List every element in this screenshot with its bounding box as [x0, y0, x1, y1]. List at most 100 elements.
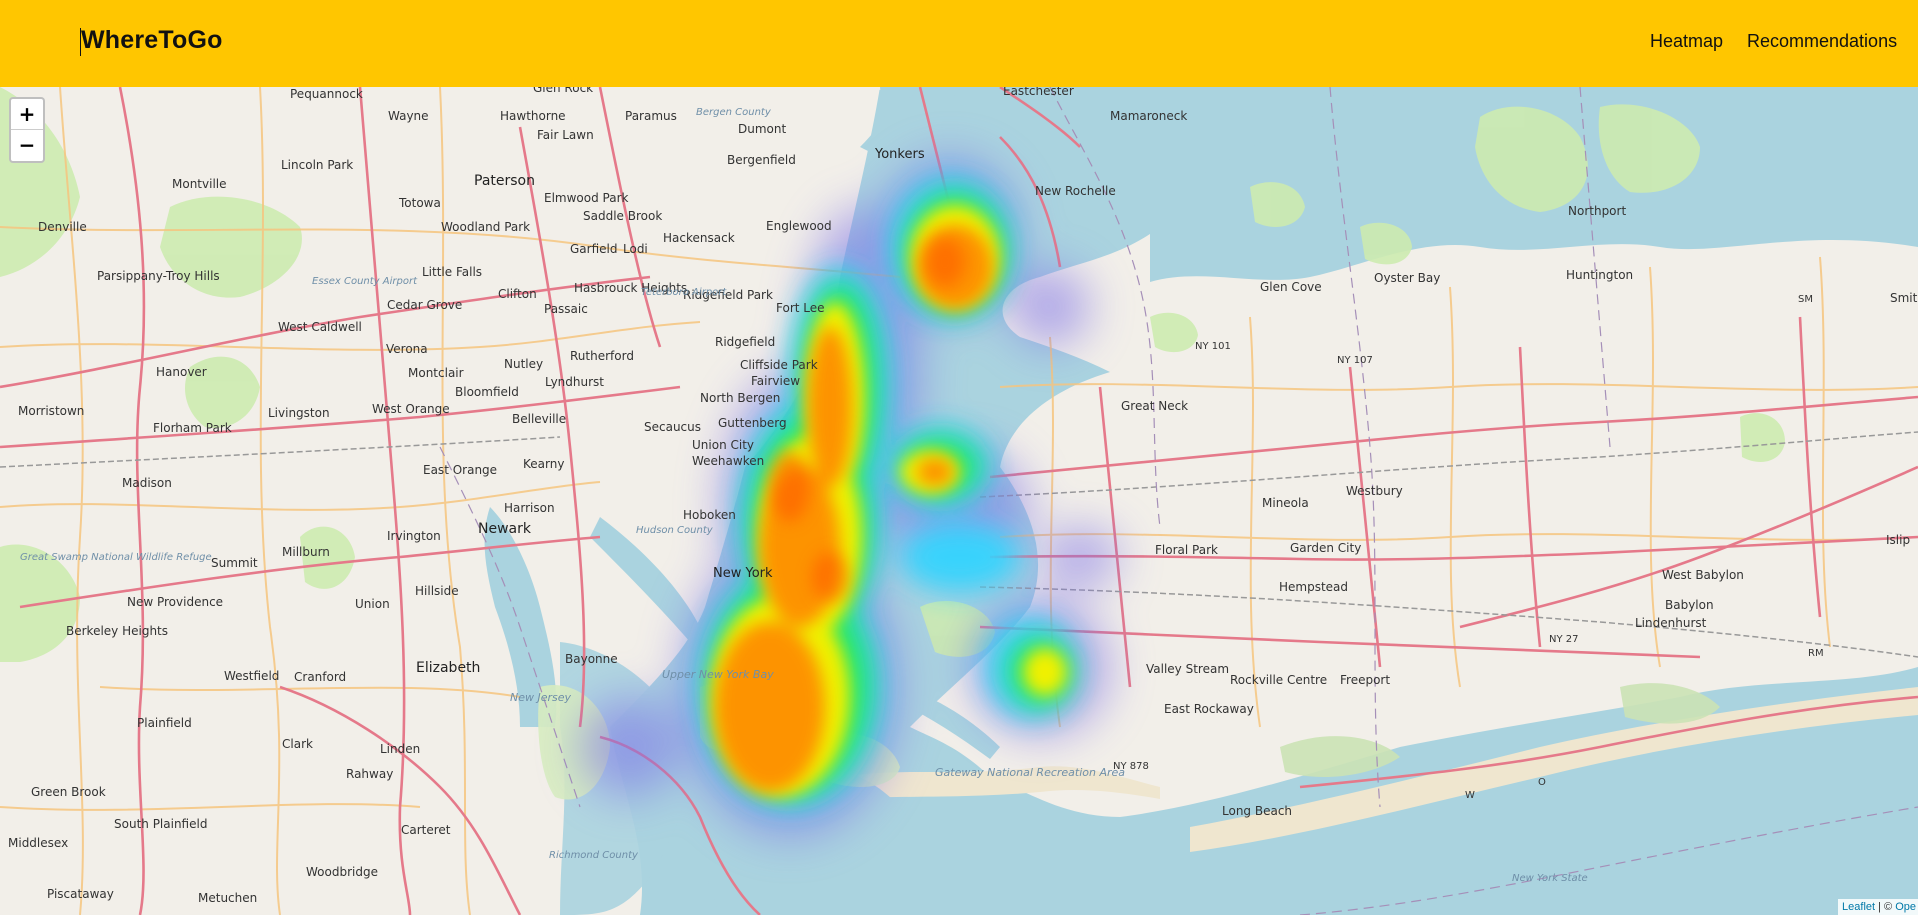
map-label: Floral Park [1155, 543, 1218, 557]
map-label: Harrison [504, 501, 555, 515]
map-label: Little Falls [422, 265, 482, 279]
map-label: Lindenhurst [1635, 616, 1707, 630]
map-label: Hanover [156, 365, 207, 379]
map-label: Garden City [1290, 541, 1361, 555]
map-label: Belleville [512, 412, 566, 426]
map-label: Madison [122, 476, 172, 490]
nav-link-recommendations[interactable]: Recommendations [1747, 31, 1897, 52]
map-label: Rahway [346, 767, 393, 781]
map-label: Carteret [401, 823, 451, 837]
map-label: Pequannock [290, 87, 363, 101]
map-label: Cliffside Park [740, 358, 818, 372]
leaflet-link[interactable]: Leaflet [1842, 901, 1875, 913]
map-label: Green Brook [31, 785, 106, 799]
map-label: Plainfield [137, 716, 192, 730]
map-label: NY 878 [1113, 761, 1149, 772]
map-label: Richmond County [549, 850, 639, 861]
map-label: New York [713, 566, 773, 581]
map-label: Secaucus [644, 420, 701, 434]
map-label: Saddle Brook [583, 209, 662, 223]
map-label: Parsippany-Troy Hills [97, 269, 220, 283]
map-label: Wayne [388, 109, 429, 123]
map-label: Kearny [523, 457, 564, 471]
map-label: Great Neck [1121, 399, 1188, 413]
map-label: Weehawken [692, 454, 764, 468]
map-label: Hoboken [683, 508, 736, 522]
map-label: Paterson [474, 173, 535, 189]
map-label: Bayonne [565, 652, 618, 666]
map-label: Dumont [738, 122, 786, 136]
map-label: NY 27 [1549, 634, 1579, 645]
map-label: Lincoln Park [281, 158, 353, 172]
map-label: Montville [172, 177, 227, 191]
map-label: West Caldwell [278, 320, 362, 334]
map-label: Denville [38, 220, 87, 234]
map-label: Bergenfield [727, 153, 796, 167]
map-label: Cranford [294, 670, 346, 684]
map-label: Westfield [224, 669, 279, 683]
map-label: Rockville Centre [1230, 673, 1327, 687]
map-label: Berkeley Heights [66, 624, 168, 638]
map-canvas[interactable]: Pequannock Wayne Glen Rock Hawthorne Par… [0, 87, 1918, 915]
map-label: Essex County Airport [312, 276, 418, 287]
map-label: O [1538, 777, 1546, 788]
map-label: Guttenberg [718, 416, 787, 430]
map-label: Northport [1568, 204, 1626, 218]
map-label: Clifton [498, 287, 537, 301]
map-label: Babylon [1665, 598, 1714, 612]
map-label: Lodi [623, 242, 648, 256]
map-label: Verona [386, 342, 428, 356]
map-label: Fort Lee [776, 301, 825, 315]
map-label: Passaic [544, 302, 588, 316]
map-label: Summit [211, 556, 258, 570]
map-container[interactable]: Pequannock Wayne Glen Rock Hawthorne Par… [0, 87, 1918, 915]
map-label: Montclair [408, 366, 464, 380]
map-label: Florham Park [153, 421, 232, 435]
map-label: Fair Lawn [537, 128, 594, 142]
map-label: Teterboro Airport [641, 287, 727, 298]
map-label: Smith [1890, 291, 1918, 305]
map-label: Clark [282, 737, 313, 751]
map-attribution: Leaflet | © Ope [1838, 899, 1918, 915]
map-label: Morristown [18, 404, 84, 418]
map-label: W [1465, 790, 1475, 801]
map-label: Long Beach [1222, 804, 1292, 818]
map-label: Eastchester [1003, 87, 1074, 98]
map-label: Newark [478, 521, 532, 537]
map-label: Mineola [1262, 496, 1309, 510]
brand-logo[interactable]: WhereToGo [81, 26, 223, 55]
map-label: Englewood [766, 219, 832, 233]
map-label: Ridgefield [715, 335, 775, 349]
map-label: NY 107 [1337, 355, 1373, 366]
map-label: Valley Stream [1146, 662, 1229, 676]
map-label: Woodbridge [306, 865, 378, 879]
map-label: New Rochelle [1035, 184, 1116, 198]
map-label: Glen Cove [1260, 280, 1322, 294]
map-label: Elizabeth [416, 660, 480, 676]
map-label: West Orange [372, 402, 450, 416]
map-label: Great Swamp National Wildlife Refuge [20, 552, 212, 563]
map-label: Freeport [1340, 673, 1390, 687]
zoom-in-button[interactable]: + [11, 99, 43, 130]
map-label: Piscataway [47, 887, 114, 901]
zoom-control: + − [9, 97, 45, 163]
map-label: Glen Rock [533, 87, 593, 95]
map-label: Cedar Grove [387, 298, 462, 312]
map-label: Bergen County [696, 107, 772, 118]
map-label: Oyster Bay [1374, 271, 1440, 285]
map-label: Elmwood Park [544, 191, 629, 205]
nav-link-heatmap[interactable]: Heatmap [1650, 31, 1723, 52]
map-label: New Providence [127, 595, 223, 609]
map-label: New Jersey [510, 691, 572, 704]
map-label: Islip [1886, 533, 1910, 547]
map-label: Totowa [398, 196, 441, 210]
map-label: West Babylon [1662, 568, 1744, 582]
osm-link[interactable]: Ope [1895, 901, 1916, 913]
map-label: Livingston [268, 406, 330, 420]
zoom-out-button[interactable]: − [11, 130, 43, 160]
map-label: Bloomfield [455, 385, 519, 399]
map-label: Irvington [387, 529, 441, 543]
map-label: Mamaroneck [1110, 109, 1187, 123]
map-label: Huntington [1566, 268, 1633, 282]
map-label: RM [1808, 648, 1824, 659]
